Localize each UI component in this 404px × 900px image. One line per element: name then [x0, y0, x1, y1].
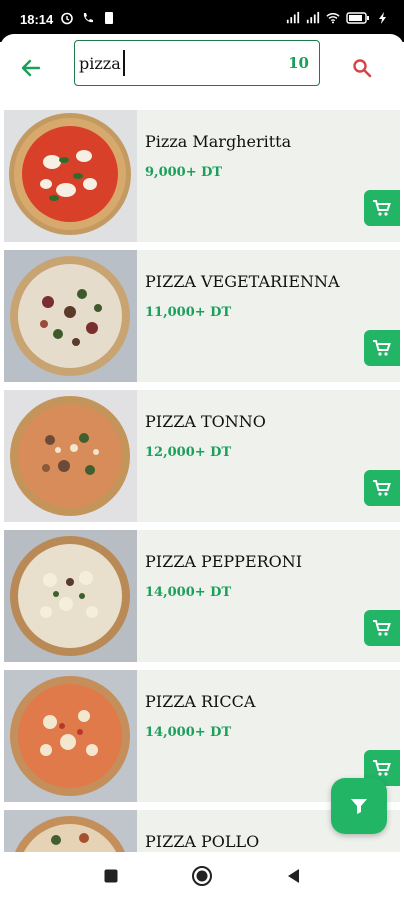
back-button[interactable]: [14, 52, 46, 84]
home-button[interactable]: [190, 864, 214, 888]
back-nav-button[interactable]: [282, 864, 306, 888]
add-to-cart-button[interactable]: [364, 470, 400, 506]
arrow-left-icon: [21, 59, 41, 77]
cart-icon: [373, 480, 391, 496]
system-nav-bar: [0, 852, 404, 900]
cart-icon: [373, 620, 391, 636]
wifi-icon: [326, 13, 340, 24]
phone-icon: [83, 13, 93, 23]
search-field[interactable]: 10: [74, 40, 320, 86]
recents-icon: [104, 869, 118, 883]
product-card[interactable]: PIZZA PEPPERONI 14,000+ DT: [4, 530, 400, 662]
add-to-cart-button[interactable]: [364, 330, 400, 366]
charging-icon: [379, 12, 386, 24]
alarm-icon: [61, 12, 73, 25]
product-price: 12,000+ DT: [145, 445, 232, 460]
product-name: PIZZA TONNO: [145, 412, 266, 431]
product-name: Pizza Margheritta: [145, 132, 292, 151]
product-name: PIZZA PEPPERONI: [145, 552, 303, 571]
product-price: 9,000+ DT: [145, 165, 223, 180]
product-image: [4, 250, 137, 382]
battery-icon: [346, 12, 369, 24]
product-card[interactable]: PIZZA VEGETARIENNA 11,000+ DT: [4, 250, 400, 382]
product-list[interactable]: Pizza Margheritta 9,000+ DT PIZZA VEGETA…: [0, 104, 404, 852]
back-icon: [288, 869, 299, 883]
product-name: PIZZA RICCA: [145, 692, 256, 711]
product-image: [4, 670, 137, 802]
search-button[interactable]: [346, 52, 378, 84]
add-to-cart-button[interactable]: [364, 190, 400, 226]
product-name: PIZZA POLLO: [145, 832, 260, 851]
recents-button[interactable]: [99, 864, 123, 888]
search-icon: [353, 59, 372, 78]
status-time: 18:14: [20, 12, 54, 27]
search-input[interactable]: [79, 51, 269, 75]
product-card[interactable]: Pizza Margheritta 9,000+ DT: [4, 110, 400, 242]
product-card[interactable]: PIZZA TONNO 12,000+ DT: [4, 390, 400, 522]
cart-icon: [373, 760, 391, 776]
home-icon: [192, 866, 212, 886]
product-price: 14,000+ DT: [145, 725, 232, 740]
cart-icon: [373, 200, 391, 216]
filter-icon: [351, 799, 367, 814]
text-cursor: [123, 50, 125, 76]
product-image: [4, 390, 137, 522]
result-count: 10: [288, 54, 309, 72]
product-image: [4, 110, 137, 242]
product-image: [4, 810, 137, 852]
add-to-cart-button[interactable]: [364, 610, 400, 646]
search-header: 10: [0, 34, 404, 104]
signal-icon: [286, 11, 300, 24]
product-image: [4, 530, 137, 662]
cart-icon: [373, 340, 391, 356]
filter-button[interactable]: [331, 778, 387, 834]
product-name: PIZZA VEGETARIENNA: [145, 272, 340, 291]
product-price: 14,000+ DT: [145, 585, 232, 600]
product-price: 11,000+ DT: [145, 305, 232, 320]
signal-icon: [306, 11, 320, 24]
sim-icon: [105, 12, 113, 24]
